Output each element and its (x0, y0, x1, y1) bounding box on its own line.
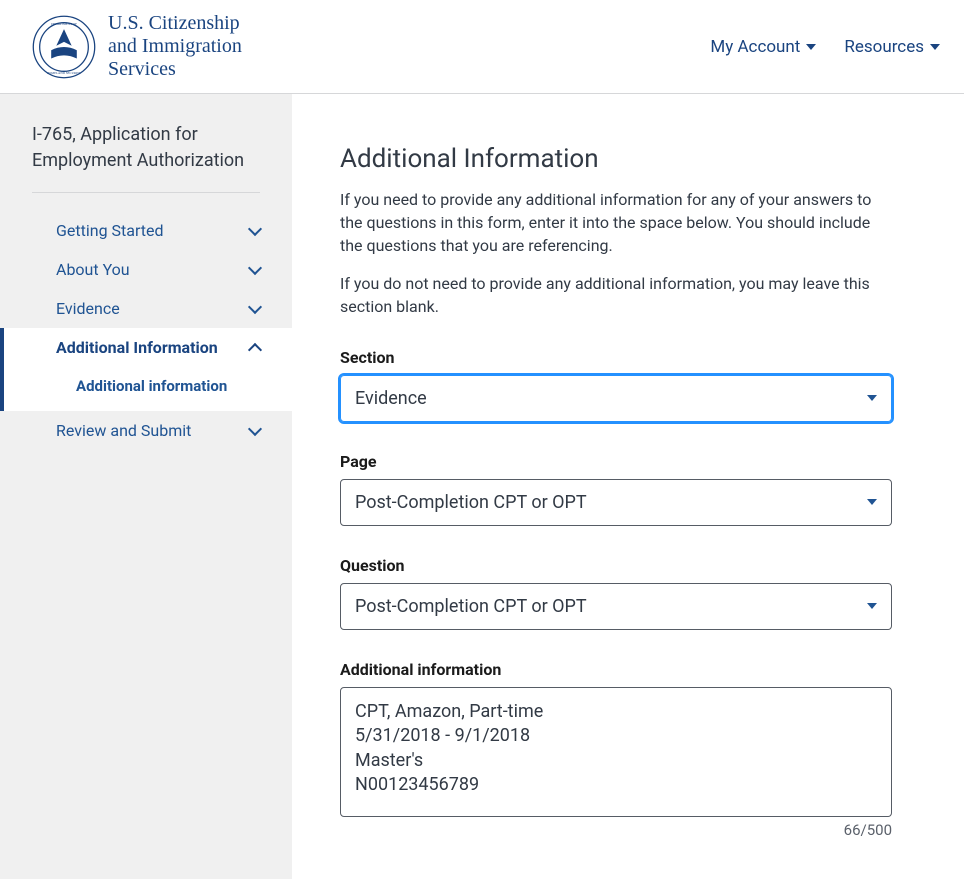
page-title: Additional Information (340, 144, 892, 174)
sidebar-item-label: Additional Information (56, 338, 218, 357)
sidebar-separator (32, 192, 260, 193)
field-page: Page Post-Completion CPT or OPT (340, 452, 892, 526)
char-count: 66/500 (340, 821, 892, 839)
uscis-seal-icon: DEPARTMENT OF HOMELAND SECURITY (32, 15, 96, 79)
label-question: Question (340, 556, 892, 575)
nav-resources[interactable]: Resources (844, 37, 940, 57)
sidebar-item-label: About You (56, 260, 130, 279)
field-section: Section Evidence (340, 348, 892, 422)
sidebar: I-765, Application for Employment Author… (0, 94, 292, 879)
select-page[interactable]: Post-Completion CPT or OPT (340, 479, 892, 526)
chevron-down-icon (867, 395, 877, 401)
sidebar-item-label: Review and Submit (56, 421, 191, 440)
chevron-up-icon (248, 343, 262, 357)
header-nav: My Account Resources (710, 37, 940, 57)
field-question: Question Post-Completion CPT or OPT (340, 556, 892, 630)
sidebar-item-label: Evidence (56, 299, 120, 318)
sidebar-item-getting-started[interactable]: Getting Started (0, 211, 292, 250)
label-section: Section (340, 348, 892, 367)
sidebar-subitem-label: Additional information (76, 377, 227, 395)
svg-text:DEPARTMENT OF: DEPARTMENT OF (51, 22, 77, 26)
nav-my-account[interactable]: My Account (710, 37, 816, 57)
body-wrap: I-765, Application for Employment Author… (0, 94, 964, 879)
select-section[interactable]: Evidence (340, 375, 892, 422)
select-question[interactable]: Post-Completion CPT or OPT (340, 583, 892, 630)
select-value: Post-Completion CPT or OPT (355, 596, 587, 617)
brand: DEPARTMENT OF HOMELAND SECURITY U.S. Cit… (32, 12, 242, 81)
select-value: Post-Completion CPT or OPT (355, 492, 587, 513)
intro-paragraph-2: If you do not need to provide any additi… (340, 272, 892, 318)
sidebar-item-about-you[interactable]: About You (0, 250, 292, 289)
chevron-down-icon (867, 603, 877, 609)
field-additional-info: Additional information CPT, Amazon, Part… (340, 660, 892, 839)
sidebar-subitem-additional-information[interactable]: Additional information (0, 367, 292, 411)
chevron-down-icon (248, 300, 262, 314)
sidebar-title: I-765, Application for Employment Author… (0, 122, 292, 192)
brand-text: U.S. Citizenship and Immigration Service… (108, 12, 242, 81)
chevron-down-icon (248, 261, 262, 275)
select-value: Evidence (355, 388, 427, 409)
sidebar-nav: Getting Started About You Evidence Addit… (0, 211, 292, 450)
label-additional-info: Additional information (340, 660, 892, 679)
main-content: Additional Information If you need to pr… (292, 94, 964, 879)
sidebar-item-label: Getting Started (56, 221, 164, 240)
chevron-down-icon (930, 44, 940, 50)
intro-paragraph-1: If you need to provide any additional in… (340, 188, 892, 258)
chevron-down-icon (806, 44, 816, 50)
sidebar-item-evidence[interactable]: Evidence (0, 289, 292, 328)
textarea-additional-info[interactable]: CPT, Amazon, Part-time 5/31/2018 - 9/1/2… (340, 687, 892, 817)
chevron-down-icon (867, 499, 877, 505)
chevron-down-icon (248, 222, 262, 236)
chevron-down-icon (248, 422, 262, 436)
label-page: Page (340, 452, 892, 471)
header: DEPARTMENT OF HOMELAND SECURITY U.S. Cit… (0, 0, 964, 94)
svg-text:HOMELAND SECURITY: HOMELAND SECURITY (47, 70, 82, 74)
sidebar-item-additional-information[interactable]: Additional Information (0, 328, 292, 367)
sidebar-item-review-submit[interactable]: Review and Submit (0, 411, 292, 450)
